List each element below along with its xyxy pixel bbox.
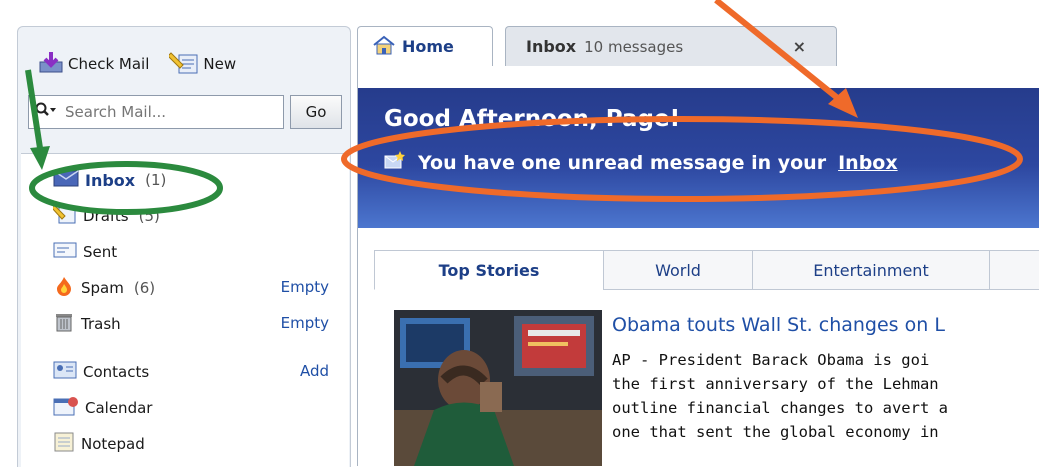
folder-spam-label: Spam [81, 279, 124, 297]
search-box [28, 95, 284, 129]
tab-top-stories[interactable]: Top Stories [374, 250, 604, 290]
folder-spam-count: (6) [133, 279, 156, 297]
new-mail-icon [384, 150, 406, 175]
spam-empty-link[interactable]: Empty [281, 278, 329, 296]
news-tabs: Top Stories World Entertainment [374, 250, 1039, 290]
search-icon[interactable] [35, 102, 57, 122]
spam-icon [53, 275, 75, 301]
tab-inbox[interactable]: Inbox 10 messages × [505, 26, 837, 66]
close-tab-icon[interactable]: × [793, 37, 806, 56]
folder-trash[interactable]: Trash [53, 310, 121, 338]
inbox-link[interactable]: Inbox [838, 152, 898, 174]
welcome-banner: Good Afternoon, Page! You have one unrea… [358, 88, 1039, 228]
tool-notepad-label: Notepad [81, 435, 145, 453]
tab-home-label: Home [402, 37, 454, 56]
trash-icon [53, 311, 75, 337]
tab-more[interactable] [989, 250, 1039, 290]
mail-toolbar: Check Mail New [38, 49, 236, 79]
inbox-icon [53, 168, 79, 192]
check-mail-label: Check Mail [68, 55, 150, 73]
news-module: Top Stories World Entertainment Obama to… [374, 250, 1039, 466]
story-line: outline financial changes to avert a [612, 399, 948, 417]
left-pane: Check Mail New Go [17, 26, 351, 474]
folder-inbox[interactable]: Inbox (1) [53, 166, 166, 194]
tab-home[interactable]: Home [357, 26, 493, 66]
tool-contacts-label: Contacts [83, 363, 150, 381]
folder-trash-label: Trash [81, 315, 121, 333]
folder-drafts-label: Drafts [83, 207, 129, 225]
folder-inbox-label: Inbox [85, 170, 136, 190]
notepad-icon [53, 431, 75, 457]
folder-drafts-count: (5) [138, 207, 160, 225]
story-line: AP - President Barack Obama is goi [612, 351, 930, 369]
greeting-text: Good Afternoon, Page! [384, 106, 681, 132]
story-line: the first anniversary of the Lehman [612, 375, 939, 393]
unread-notice: You have one unread message in your Inbo… [384, 150, 898, 175]
folder-inbox-count: (1) [145, 171, 167, 189]
folder-sent-label: Sent [83, 243, 118, 261]
story-headline[interactable]: Obama touts Wall St. changes on L [612, 314, 945, 336]
go-button[interactable]: Go [290, 95, 342, 129]
contacts-add-link[interactable]: Add [300, 362, 329, 380]
folder-drafts[interactable]: Drafts (5) [51, 202, 160, 230]
tab-entertainment[interactable]: Entertainment [752, 250, 990, 290]
story-photo[interactable] [394, 310, 602, 466]
search-row: Go [28, 95, 342, 129]
check-mail-icon [38, 50, 64, 78]
story-summary: AP - President Barack Obama is goi the f… [612, 348, 1039, 444]
home-icon [372, 35, 396, 59]
calendar-icon [53, 395, 79, 421]
new-message-button[interactable]: New [167, 49, 237, 79]
tool-notepad[interactable]: Notepad [53, 430, 145, 458]
home-content: Good Afternoon, Page! You have one unrea… [357, 66, 1039, 466]
sent-icon [53, 240, 77, 264]
trash-empty-link[interactable]: Empty [281, 314, 329, 332]
folder-panel: Inbox (1) Drafts (5) Sent Spam (6) Empty [21, 153, 349, 474]
tab-world[interactable]: World [603, 250, 753, 290]
contacts-icon [53, 360, 77, 384]
folder-spam[interactable]: Spam (6) [53, 274, 155, 302]
new-message-icon [167, 49, 199, 79]
folder-sent[interactable]: Sent [53, 238, 117, 266]
check-mail-button[interactable]: Check Mail [38, 49, 149, 79]
tool-contacts[interactable]: Contacts [53, 358, 149, 386]
tab-inbox-count: 10 messages [584, 37, 684, 56]
tab-inbox-label: Inbox [526, 37, 577, 56]
story-line: one that sent the global economy in [612, 423, 939, 441]
unread-notice-text: You have one unread message in your [418, 151, 827, 174]
search-input[interactable] [63, 102, 257, 122]
new-message-label: New [203, 55, 237, 73]
tool-calendar-label: Calendar [85, 399, 153, 417]
tool-calendar[interactable]: Calendar [53, 394, 152, 422]
drafts-icon [51, 203, 77, 229]
